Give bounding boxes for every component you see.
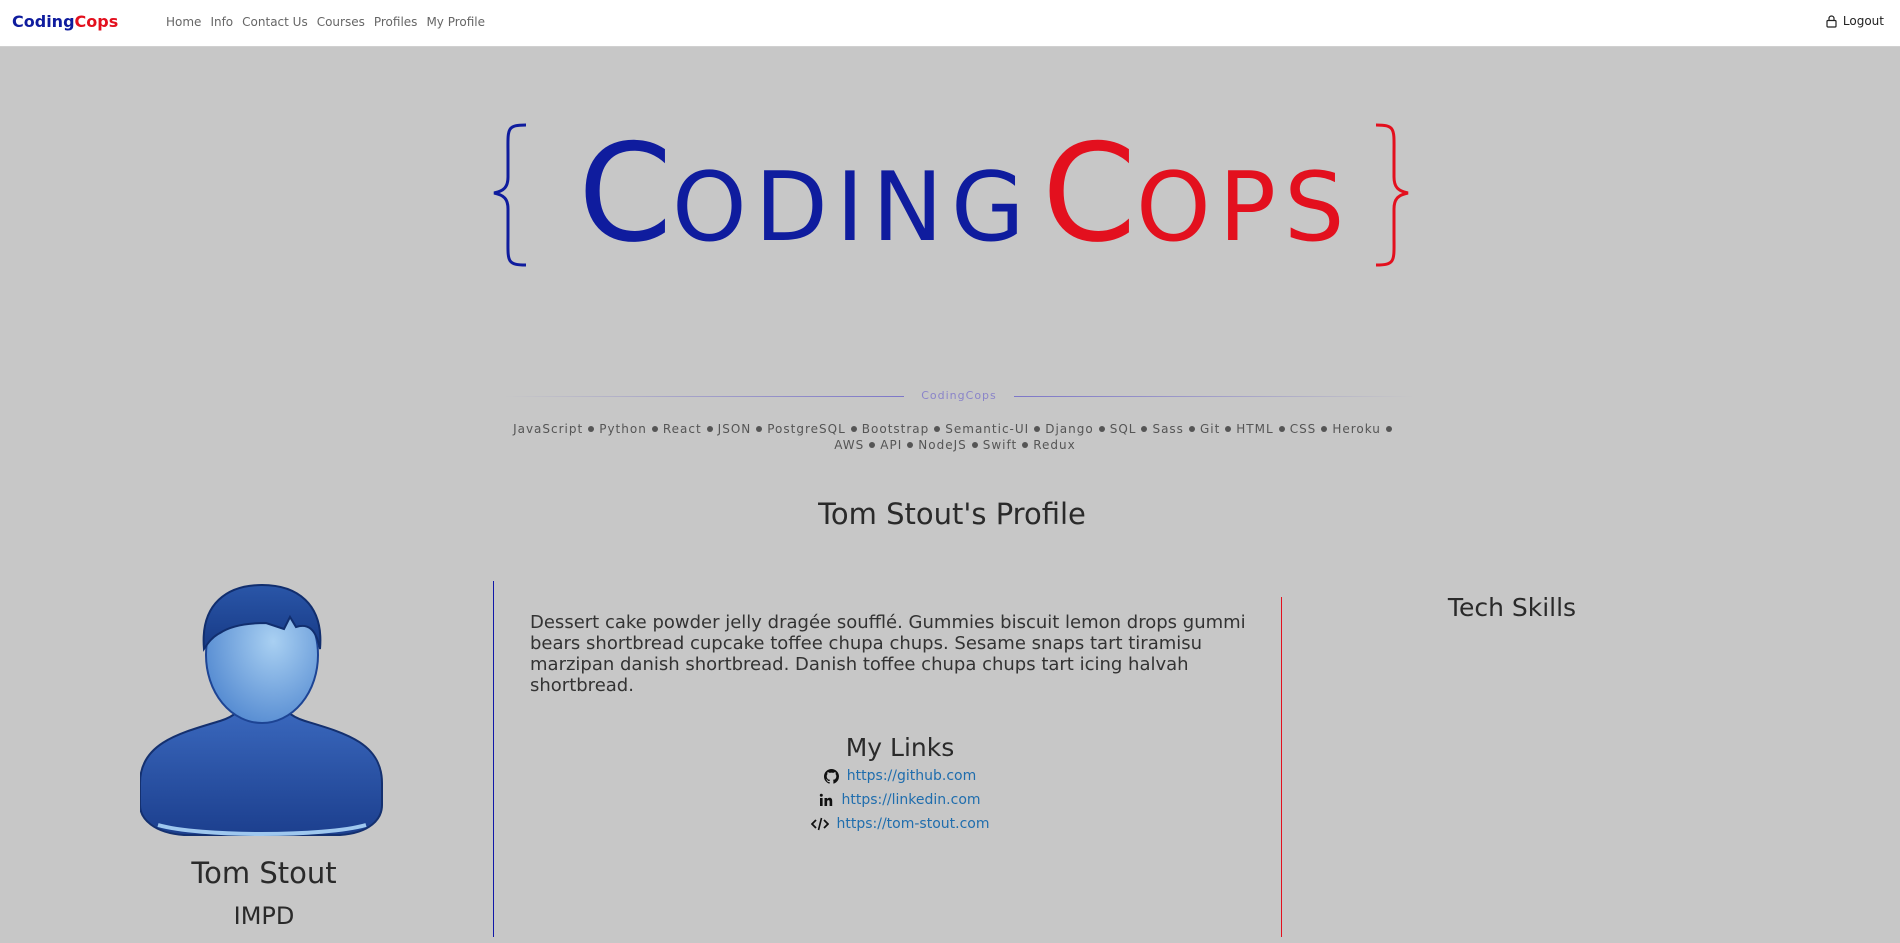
linkedin-icon <box>820 793 833 806</box>
tech-item: Sass <box>1152 422 1184 436</box>
tech-item: Redux <box>1033 438 1076 452</box>
bullet-dot <box>1141 426 1148 432</box>
avatar <box>140 583 383 836</box>
link-row-linkedin: https://linkedin.com <box>600 792 1200 808</box>
nav-info[interactable]: Info <box>210 15 233 29</box>
user-department: IMPD <box>233 902 295 930</box>
top-navbar: CodingCops Home Info Contact Us Courses … <box>0 0 1900 47</box>
code-icon <box>810 817 829 831</box>
profile-bio: Dessert cake powder jelly dragée soufflé… <box>530 612 1246 696</box>
nav-contact-us[interactable]: Contact Us <box>242 15 308 29</box>
page-title: Tom Stout's Profile <box>818 497 1086 531</box>
link-row-website: https://tom-stout.com <box>600 816 1200 832</box>
linkedin-link[interactable]: https://linkedin.com <box>841 792 980 808</box>
logo-big-c-blue: C <box>578 115 672 272</box>
bullet-dot <box>1034 426 1041 432</box>
bullet-dot <box>588 426 595 432</box>
bullet-dot <box>756 426 763 432</box>
tech-item: JSON <box>717 422 752 436</box>
bullet-dot <box>1225 426 1232 432</box>
bullet-dot <box>1278 426 1285 432</box>
link-row-github: https://github.com <box>600 768 1200 784</box>
tech-item: Python <box>599 422 647 436</box>
user-name: Tom Stout <box>191 856 337 890</box>
my-links-heading: My Links <box>845 733 955 762</box>
logout-button[interactable]: Logout <box>1826 14 1884 28</box>
bullet-dot <box>1188 426 1195 432</box>
tech-item: JavaScript <box>513 422 584 436</box>
logout-label: Logout <box>1842 14 1884 28</box>
column-divider-red <box>1281 597 1282 937</box>
bullet-dot <box>651 426 658 432</box>
website-link[interactable]: https://tom-stout.com <box>837 816 990 832</box>
nav-home[interactable]: Home <box>166 15 201 29</box>
bullet-dot <box>934 426 941 432</box>
tech-item: HTML <box>1236 422 1274 436</box>
bullet-dot <box>869 442 876 448</box>
tagline-divider: CodingCops <box>504 389 1414 403</box>
column-divider-blue <box>493 581 494 937</box>
right-brace <box>1375 123 1409 267</box>
tech-item: PostgreSQL <box>767 422 846 436</box>
tech-item: Bootstrap <box>861 422 930 436</box>
logo-text-red: OPS <box>1136 153 1352 263</box>
left-brace <box>493 123 527 267</box>
tech-skills-heading: Tech Skills <box>1447 593 1577 622</box>
github-link[interactable]: https://github.com <box>847 768 976 784</box>
tech-item: Swift <box>982 438 1018 452</box>
hero-logo: C ODING C OPS <box>493 115 1409 272</box>
tech-item: NodeJS <box>918 438 967 452</box>
tech-item: Git <box>1199 422 1221 436</box>
bullet-dot <box>907 442 914 448</box>
lock-icon <box>1826 14 1837 28</box>
nav-courses[interactable]: Courses <box>317 15 365 29</box>
bullet-dot <box>971 442 978 448</box>
tech-item: SQL <box>1109 422 1137 436</box>
tech-item: Django <box>1045 422 1094 436</box>
tech-list-line-1: JavaScript Python React JSON PostgreSQL Boots… <box>490 421 1420 437</box>
bullet-dot <box>850 426 857 432</box>
nav-profiles[interactable]: Profiles <box>374 15 418 29</box>
logo-big-c-red: C <box>1042 115 1136 272</box>
tech-item: CSS <box>1289 422 1317 436</box>
divider-line-right <box>1014 396 1414 397</box>
bullet-dot <box>1098 426 1105 432</box>
tech-item: AWS <box>834 438 865 452</box>
tech-item: Semantic-UI <box>945 422 1030 436</box>
tech-item: React <box>662 422 702 436</box>
github-icon <box>823 768 839 784</box>
tech-item: API <box>880 438 903 452</box>
nav-links: Home Info Contact Us Courses Profiles My… <box>166 15 494 29</box>
tech-item: Heroku <box>1332 422 1381 436</box>
bullet-dot <box>1385 426 1392 432</box>
bullet-dot <box>1022 442 1029 448</box>
bullet-dot <box>1321 426 1328 432</box>
nav-my-profile[interactable]: My Profile <box>426 15 485 29</box>
tech-list: JavaScript Python React JSON PostgreSQL Boots… <box>490 421 1420 453</box>
logo-text-blue: ODING <box>672 153 1033 263</box>
navbar-brand[interactable]: CodingCops <box>12 12 118 31</box>
brand-part2: Cops <box>74 12 119 31</box>
brand-part1: Coding <box>12 12 75 31</box>
bullet-dot <box>706 426 713 432</box>
tech-list-line-2: AWS API NodeJS Swift Redux <box>490 437 1420 453</box>
